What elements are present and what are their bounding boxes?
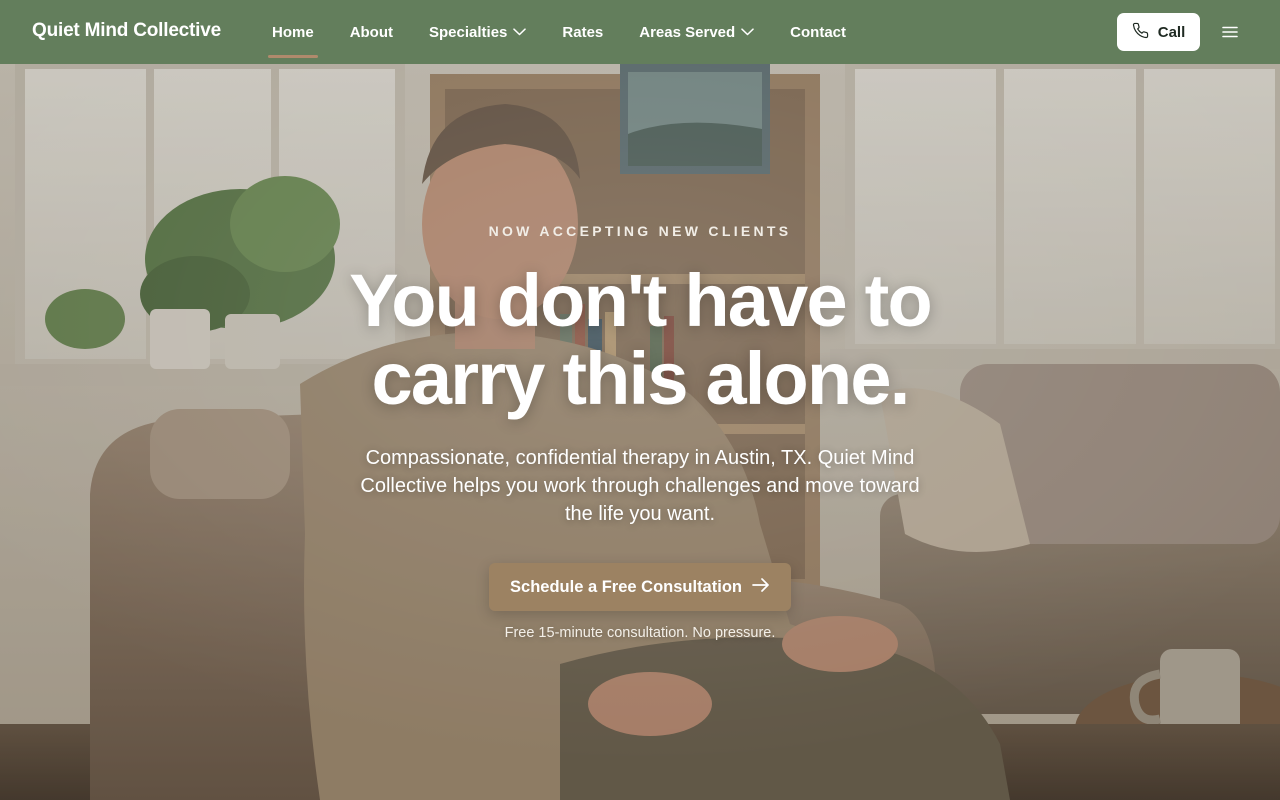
chevron-down-icon	[513, 28, 527, 36]
chevron-down-icon	[741, 28, 754, 36]
nav-link-contact[interactable]: Contact	[774, 0, 862, 64]
call-button[interactable]: Call	[1117, 13, 1200, 51]
nav-link-label: Contact	[790, 23, 847, 41]
nav-link-areas-served[interactable]: Areas Served	[623, 0, 770, 64]
hero-section: NOW ACCEPTING NEW CLIENTS You don't have…	[0, 64, 1280, 800]
call-button-label: Call	[1157, 23, 1186, 41]
headline-line-2: carry this alone.	[371, 337, 911, 420]
brand-logo[interactable]: Quiet Mind Collective	[32, 20, 221, 42]
nav-link-label: Areas Served	[639, 23, 736, 41]
nav-link-rates[interactable]: Rates	[546, 0, 619, 64]
hero-description: Compassionate, confidential therapy in A…	[360, 447, 920, 525]
nav-link-home[interactable]: Home	[256, 0, 330, 64]
nav-link-label: Rates	[562, 23, 604, 41]
phone-icon	[1132, 22, 1149, 43]
hamburger-menu-icon[interactable]	[1218, 22, 1242, 42]
nav-link-label: Home	[272, 23, 314, 41]
nav-link-about[interactable]: About	[334, 0, 409, 64]
schedule-consultation-button[interactable]: Schedule a Free Consultation	[489, 563, 791, 611]
consultation-note: Free 15-minute consultation. No pressure…	[504, 625, 776, 641]
cta-label: Schedule a Free Consultation	[510, 577, 742, 596]
hero-eyebrow: NOW ACCEPTING NEW CLIENTS	[488, 223, 792, 239]
headline-line-1: You don't have to	[349, 259, 933, 342]
main-nav: Home About Specialties Rates Areas Serve…	[256, 0, 866, 64]
nav-link-label: About	[349, 23, 394, 41]
hero-headline: You don't have to carry this alone.	[240, 262, 1040, 418]
arrow-right-icon	[752, 577, 770, 598]
site-header: Quiet Mind Collective Home About Special…	[0, 0, 1280, 64]
hero-overlay	[0, 64, 1280, 800]
nav-link-specialties[interactable]: Specialties	[413, 0, 542, 64]
nav-link-label: Specialties	[429, 23, 508, 41]
